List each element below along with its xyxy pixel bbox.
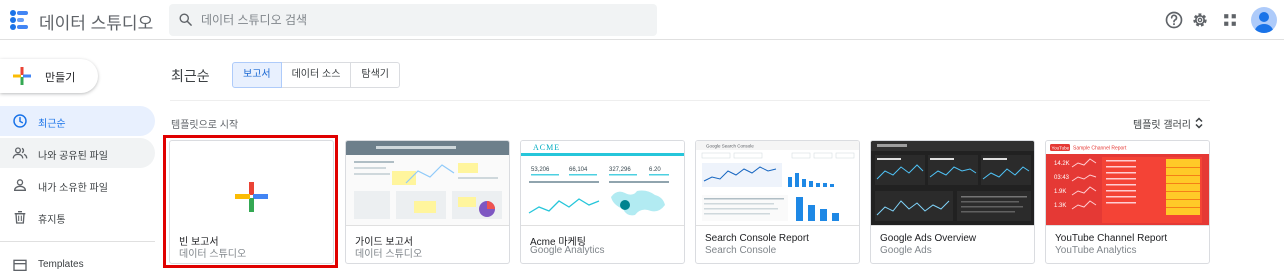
card-source: Search Console [705, 245, 777, 256]
template-card-tutorial-report[interactable]: 가이드 보고서 데이터 스튜디오 [345, 140, 510, 264]
acme-thumbnail: ACME 53,206 66,104 327,296 6.20 [521, 141, 684, 226]
people-icon [12, 147, 28, 159]
nav-owned-by-me[interactable]: 내가 소유한 파일 [0, 170, 155, 200]
template-card-youtube-channel-report[interactable]: YouTube Sample Channel Report 14.2K 03:4… [1045, 140, 1210, 264]
type-tabs: 보고서 데이터 소스 탐색기 [232, 62, 400, 88]
tutorial-report-thumbnail [346, 141, 509, 226]
google-ads-thumbnail [871, 141, 1034, 226]
nav-templates[interactable]: Templates [0, 250, 155, 280]
settings-gear-icon[interactable] [1190, 10, 1210, 30]
nav-recent-label: 최근순 [38, 119, 66, 130]
svg-text:66,104: 66,104 [569, 167, 588, 173]
app-title: 데이터 스튜디오 [39, 14, 154, 33]
sidebar-divider [0, 241, 155, 242]
clock-icon [13, 114, 27, 128]
tab-data-sources[interactable]: 데이터 소스 [280, 62, 352, 88]
expand-chevrons-icon [1195, 117, 1203, 129]
yt-logo: YouTube [1052, 145, 1070, 150]
svg-text:6.20: 6.20 [649, 167, 661, 173]
svg-text:03:43: 03:43 [1054, 175, 1070, 181]
template-card-search-console-report[interactable]: Google Search Console Search Console Rep… [695, 140, 860, 264]
nav-shared-label: 나와 공유된 파일 [38, 151, 108, 162]
data-studio-logo-icon[interactable] [8, 9, 30, 31]
svg-text:1.9K: 1.9K [1054, 189, 1066, 195]
tab-reports[interactable]: 보고서 [232, 62, 282, 88]
template-card-acme-marketing[interactable]: ACME 53,206 66,104 327,296 6.20 Acme 마케팅… [520, 140, 685, 264]
card-source: YouTube Analytics [1055, 245, 1137, 256]
nav-owned-label: 내가 소유한 파일 [38, 183, 108, 194]
yt-thumb-title: Sample Channel Report [1073, 146, 1127, 152]
nav-trash-label: 휴지통 [38, 215, 66, 226]
nav-templates-label: Templates [38, 259, 84, 270]
apps-grid-icon[interactable] [1220, 10, 1240, 30]
template-section-heading: 템플릿으로 시작 [171, 120, 239, 131]
nav-recent[interactable]: 최근순 [0, 106, 155, 136]
svg-text:14.2K: 14.2K [1054, 161, 1070, 167]
tab-explorer[interactable]: 탐색기 [350, 62, 400, 88]
template-gallery-button[interactable]: 템플릿 갤러리 [1133, 116, 1203, 131]
selection-highlight-box [163, 135, 338, 268]
section-divider [170, 100, 1210, 101]
svg-text:1.3K: 1.3K [1054, 203, 1066, 209]
card-title: Google Ads Overview [880, 233, 977, 244]
svg-text:53,206: 53,206 [531, 167, 550, 173]
svg-text:327,296: 327,296 [609, 167, 631, 173]
card-source: Google Analytics [530, 245, 605, 256]
nav-shared-with-me[interactable]: 나와 공유된 파일 [0, 138, 155, 168]
youtube-thumbnail: YouTube Sample Channel Report 14.2K 03:4… [1046, 141, 1209, 226]
nav-trash[interactable]: 휴지통 [0, 202, 155, 232]
create-button[interactable]: 만들기 [0, 59, 98, 93]
top-bar: 데이터 스튜디오 [0, 0, 1284, 40]
trash-icon [14, 211, 26, 224]
person-icon [13, 179, 27, 191]
user-silhouette-icon [1254, 12, 1274, 33]
acme-logo: ACME [533, 143, 560, 152]
card-source: 데이터 스튜디오 [355, 249, 423, 260]
template-gallery-label: 템플릿 갤러리 [1133, 120, 1191, 131]
templates-icon [13, 259, 27, 271]
help-icon[interactable] [1164, 10, 1184, 30]
template-card-google-ads-overview[interactable]: Google Ads Overview Google Ads [870, 140, 1035, 264]
page-title: 최근순 [171, 68, 210, 84]
account-avatar[interactable] [1251, 7, 1277, 33]
sc-thumb-title: Google Search Console [706, 144, 754, 149]
search-icon [179, 13, 192, 26]
card-title: Search Console Report [705, 233, 809, 244]
colorful-plus-icon [13, 67, 31, 85]
search-box[interactable] [169, 4, 657, 36]
search-input[interactable] [201, 4, 641, 36]
create-button-label: 만들기 [45, 72, 76, 84]
card-source: Google Ads [880, 245, 932, 256]
card-title: YouTube Channel Report [1055, 233, 1168, 244]
search-console-thumbnail: Google Search Console [696, 141, 859, 226]
